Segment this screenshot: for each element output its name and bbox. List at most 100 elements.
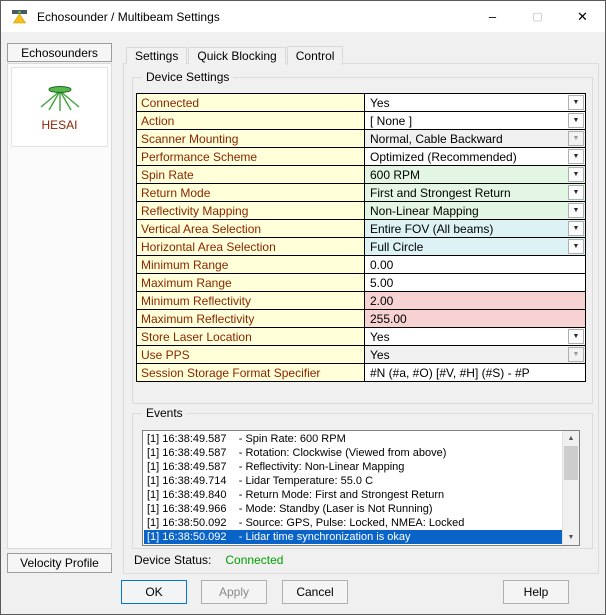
setting-label: Minimum Range (137, 256, 365, 274)
setting-value-dropdown[interactable]: First and Strongest Return ▼ (365, 184, 586, 202)
chevron-down-icon[interactable]: ▼ (568, 113, 584, 128)
setting-value-text: 600 RPM (370, 167, 421, 182)
control-tab-page: Device Settings Connected Yes ▼ Action[ Non… (123, 63, 599, 574)
setting-row: Connected Yes ▼ (137, 94, 586, 112)
setting-label: Vertical Area Selection (137, 220, 365, 238)
setting-label: Maximum Reflectivity (137, 310, 365, 328)
setting-value-dropdown[interactable]: Optimized (Recommended) ▼ (365, 148, 586, 166)
setting-label: Reflectivity Mapping (137, 202, 365, 220)
device-settings-table: Connected Yes ▼ Action[ None ] ▼ Scanner Moun… (136, 93, 586, 382)
event-list-item[interactable]: [1] 16:38:49.840 - Return Mode: First an… (144, 488, 562, 502)
chevron-down-icon[interactable]: ▼ (568, 203, 584, 218)
setting-value-dropdown[interactable]: Full Circle ▼ (365, 238, 586, 256)
setting-value-dropdown[interactable]: Non-Linear Mapping ▼ (365, 202, 586, 220)
setting-value-input[interactable]: #N (#a, #O) [#V, #H] (#S) - #P (365, 364, 586, 382)
setting-value-text: 0.00 (370, 257, 394, 272)
setting-row: Vertical Area Selection Entire FOV (All b… (137, 220, 586, 238)
setting-label: Connected (137, 94, 365, 112)
maximize-button[interactable]: ▢ (515, 1, 560, 32)
scrollbar-thumb[interactable] (564, 446, 578, 480)
setting-value-dropdown[interactable]: 600 RPM ▼ (365, 166, 586, 184)
setting-label: Maximum Range (137, 274, 365, 292)
setting-value-text: First and Strongest Return (370, 185, 511, 200)
setting-value-text: #N (#a, #O) [#V, #H] (#S) - #P (370, 365, 530, 380)
events-list: [1] 16:38:49.587 - Spin Rate: 600 RPM [1]… (144, 432, 562, 544)
chevron-down-icon[interactable]: ▼ (568, 149, 584, 164)
chevron-down-icon[interactable]: ▼ (568, 95, 584, 110)
setting-value-text: Yes (370, 95, 390, 110)
setting-row: Action [ None ] ▼ (137, 112, 586, 130)
tab-settings[interactable]: Settings (126, 47, 188, 64)
event-list-item[interactable]: [1] 16:38:49.966 - Mode: Standby (Laser … (144, 502, 562, 516)
setting-value-text: Entire FOV (All beams) (370, 221, 494, 236)
setting-row: Minimum Range 0.00 (137, 256, 586, 274)
setting-value-dropdown[interactable]: Yes ▼ (365, 328, 586, 346)
setting-row: Scanner Mounting Normal, Cable Backward ▼ (137, 130, 586, 148)
device-status-label: Device Status: (134, 553, 212, 567)
events-legend: Events (142, 406, 187, 420)
window-title: Echosounder / Multibeam Settings (37, 9, 220, 24)
setting-row: Store Laser Location Yes ▼ (137, 328, 586, 346)
setting-value-text: Yes (370, 329, 390, 344)
help-button[interactable]: Help (503, 580, 569, 604)
setting-label: Scanner Mounting (137, 130, 365, 148)
setting-row: Spin Rate 600 RPM ▼ (137, 166, 586, 184)
event-list-item[interactable]: [1] 16:38:50.092 - Lidar time synchroniz… (144, 530, 562, 544)
setting-row: Maximum Reflectivity 255.00 (137, 310, 586, 328)
event-list-item[interactable]: [1] 16:38:50.092 - Source: GPS, Pulse: L… (144, 516, 562, 530)
chevron-down-icon[interactable]: ▼ (568, 329, 584, 344)
chevron-down-icon[interactable]: ▼ (568, 185, 584, 200)
setting-value-dropdown[interactable]: Yes ▼ (365, 94, 586, 112)
cancel-button[interactable]: Cancel (282, 580, 348, 604)
scroll-up-icon[interactable]: ▲ (563, 431, 579, 446)
apply-button[interactable]: Apply (201, 580, 267, 604)
setting-value-text: Full Circle (370, 239, 424, 254)
setting-value-text: Non-Linear Mapping (370, 203, 479, 218)
tab-control[interactable]: Control (286, 46, 344, 65)
setting-label: Return Mode (137, 184, 365, 202)
setting-label: Spin Rate (137, 166, 365, 184)
setting-value-text: [ None ] (370, 113, 413, 128)
setting-value-input[interactable]: 5.00 (365, 274, 586, 292)
scroll-down-icon[interactable]: ▼ (563, 530, 579, 545)
setting-value-dropdown[interactable]: Yes ▼ (365, 346, 586, 364)
sidebar-footer-velocity-profile[interactable]: Velocity Profile (7, 553, 112, 573)
event-list-item[interactable]: [1] 16:38:49.587 - Reflectivity: Non-Lin… (144, 460, 562, 474)
events-scrollbar[interactable]: ▲ ▼ (562, 431, 579, 545)
setting-value-dropdown[interactable]: Entire FOV (All beams) ▼ (365, 220, 586, 238)
tab-quick-blocking[interactable]: Quick Blocking (188, 47, 286, 64)
setting-value-dropdown[interactable]: [ None ] ▼ (365, 112, 586, 130)
events-groupbox: Events [1] 16:38:49.587 - Spin Rate: 600… (132, 406, 593, 549)
chevron-down-icon[interactable]: ▼ (568, 167, 584, 182)
event-list-item[interactable]: [1] 16:38:49.587 - Rotation: Clockwise (… (144, 446, 562, 460)
sidebar-header-echosounders[interactable]: Echosounders (7, 43, 112, 62)
setting-value-text: 5.00 (370, 275, 394, 290)
chevron-down-icon[interactable]: ▼ (568, 239, 584, 254)
setting-row: Session Storage Format Specifier #N (#a, … (137, 364, 586, 382)
setting-value-input[interactable]: 2.00 (365, 292, 586, 310)
ok-button[interactable]: OK (121, 580, 187, 604)
setting-row: Return Mode First and Strongest Return ▼ (137, 184, 586, 202)
event-list-item[interactable]: [1] 16:38:49.587 - Spin Rate: 600 RPM (144, 432, 562, 446)
device-tile-label: HESAI (41, 117, 78, 132)
device-tile-hesai[interactable]: HESAI (11, 67, 108, 147)
setting-value-dropdown[interactable]: Normal, Cable Backward ▼ (365, 130, 586, 148)
device-settings-legend: Device Settings (142, 70, 234, 84)
chevron-down-icon[interactable]: ▼ (568, 131, 584, 146)
setting-label: Use PPS (137, 346, 365, 364)
close-button[interactable]: ✕ (560, 1, 605, 32)
setting-row: Horizontal Area Selection Full Circle ▼ (137, 238, 586, 256)
minimize-button[interactable]: – (470, 1, 515, 32)
setting-value-input[interactable]: 0.00 (365, 256, 586, 274)
setting-row: Maximum Range 5.00 (137, 274, 586, 292)
app-icon (12, 10, 27, 24)
window-controls: – ▢ ✕ (470, 1, 605, 32)
lidar-icon (40, 85, 79, 111)
chevron-down-icon[interactable]: ▼ (568, 221, 584, 236)
setting-value-input[interactable]: 255.00 (365, 310, 586, 328)
setting-label: Action (137, 112, 365, 130)
setting-value-text: Normal, Cable Backward (370, 131, 503, 146)
chevron-down-icon[interactable]: ▼ (568, 347, 584, 362)
event-list-item[interactable]: [1] 16:38:49.714 - Lidar Temperature: 55… (144, 474, 562, 488)
setting-value-text: 2.00 (370, 293, 394, 308)
